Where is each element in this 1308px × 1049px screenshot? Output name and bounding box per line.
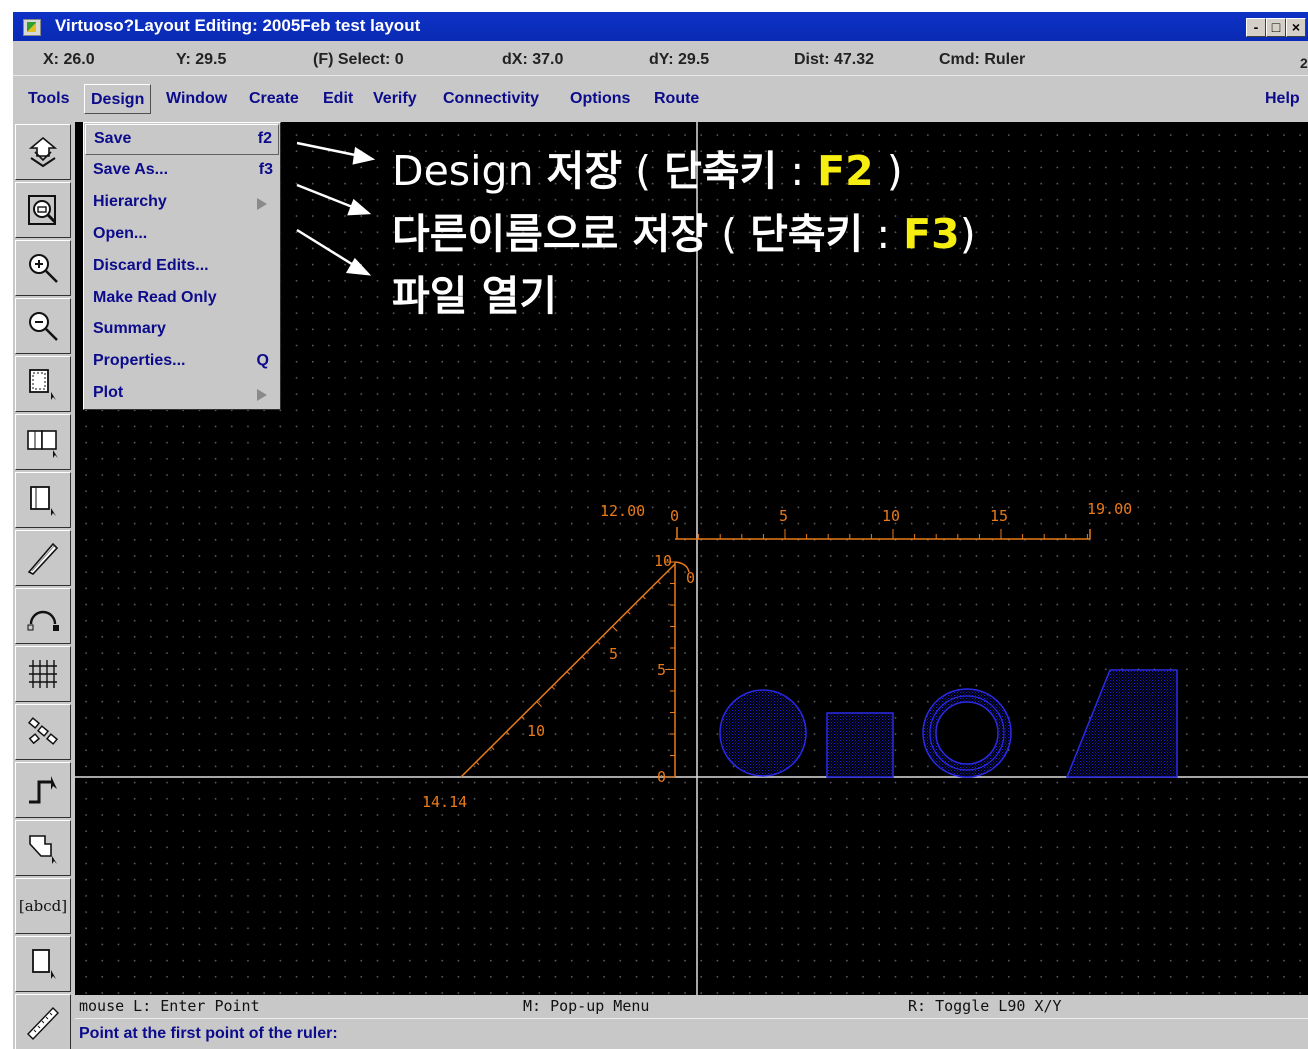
annotation-open: 파일 열기 [392,262,557,322]
annotation-text: ( [708,210,751,258]
annotation-text: ) [873,147,903,195]
annotation-text: ) [959,210,976,258]
annotation-save-as: 다른이름으로 저장 ( 단축키 : F3) [392,200,976,260]
annotation-text: : [863,210,904,258]
shortcut-highlight: F2 [817,147,874,195]
shortcut-highlight: F3 [903,210,960,258]
annotation-text: ( [622,147,665,195]
annotation-text: 저장 [546,147,623,195]
annotation-text: 단축키 [750,210,864,258]
annotation-text: 다른이름으로 저장 [392,210,709,258]
annotation-text: 단축키 [664,147,778,195]
annotation-text: 파일 열기 [392,272,558,320]
annotation-text: : [777,147,818,195]
annotation-save: Design 저장 ( 단축키 : F2 ) [392,137,903,197]
annotation-text: Design [392,147,547,195]
